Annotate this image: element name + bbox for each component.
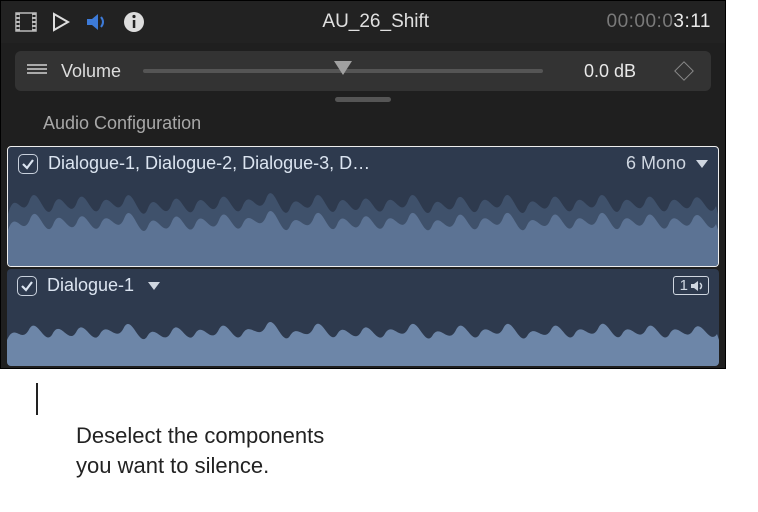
audio-inspector-panel: AU_26_Shift 00:00:03:11 Volume 0.0 dB Au…: [0, 0, 726, 369]
audio-component-row[interactable]: Dialogue-1, Dialogue-2, Dialogue-3, D… 6…: [7, 146, 719, 267]
volume-row-icon[interactable]: [27, 62, 47, 80]
channel-config-popup[interactable]: 6 Mono: [626, 153, 708, 174]
volume-label: Volume: [61, 61, 121, 82]
info-icon[interactable]: [123, 11, 145, 33]
volume-slider-knob[interactable]: [334, 61, 352, 75]
component-header: Dialogue-1 1: [7, 269, 719, 300]
timecode-display: 00:00:03:11: [607, 11, 711, 33]
chevron-down-icon[interactable]: [148, 282, 160, 290]
volume-row: Volume 0.0 dB: [15, 51, 711, 91]
component-name-label: Dialogue-1: [47, 275, 134, 296]
component-enable-checkbox[interactable]: [18, 154, 38, 174]
volume-value[interactable]: 0.0 dB: [565, 61, 655, 82]
component-header: Dialogue-1, Dialogue-2, Dialogue-3, D… 6…: [8, 147, 718, 178]
keyframe-diamond-icon[interactable]: [674, 61, 694, 81]
waveform-display: [8, 178, 718, 266]
topbar-icon-group: [15, 11, 145, 33]
speaker-volume-icon[interactable]: [85, 12, 109, 32]
channel-badge[interactable]: 1: [673, 276, 709, 295]
audio-component-row[interactable]: Dialogue-1 1: [7, 269, 719, 366]
callout-text: Deselect the components you want to sile…: [76, 421, 758, 480]
play-triangle-icon[interactable]: [51, 12, 71, 32]
waveform-display: [7, 300, 719, 366]
chevron-down-icon: [696, 160, 708, 168]
callout: Deselect the components you want to sile…: [26, 383, 758, 480]
callout-leader-line: [36, 383, 38, 415]
filmstrip-icon[interactable]: [15, 12, 37, 32]
section-title: Audio Configuration: [1, 103, 725, 144]
component-name-label: Dialogue-1, Dialogue-2, Dialogue-3, D…: [48, 153, 370, 174]
volume-slider[interactable]: [143, 69, 543, 73]
inspector-topbar: AU_26_Shift 00:00:03:11: [1, 1, 725, 43]
clip-title: AU_26_Shift: [159, 11, 593, 33]
component-enable-checkbox[interactable]: [17, 276, 37, 296]
